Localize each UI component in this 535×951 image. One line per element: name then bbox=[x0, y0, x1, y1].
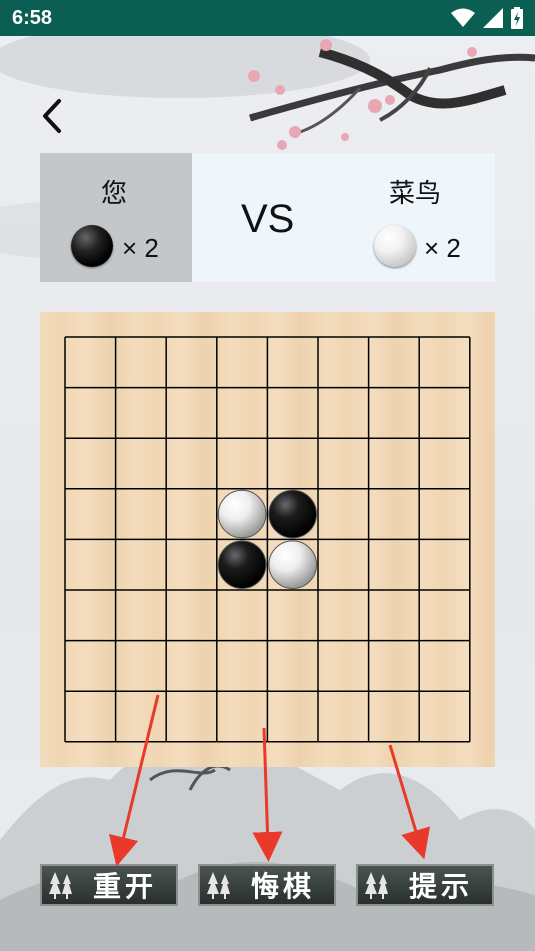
hint-label: 提示 bbox=[408, 870, 473, 903]
hint-button[interactable]: 提示 bbox=[356, 864, 494, 906]
white-stone bbox=[268, 540, 317, 589]
status-icons bbox=[451, 7, 523, 29]
signal-icon bbox=[483, 8, 503, 28]
player-you-panel: 您 × 2 bbox=[40, 153, 192, 282]
player-you-count: × 2 bbox=[122, 233, 159, 263]
white-stone bbox=[217, 489, 267, 539]
scoreboard: 您 × 2 VS 菜鸟 × 2 bbox=[40, 153, 495, 282]
undo-button[interactable]: 悔棋 bbox=[198, 864, 336, 906]
status-bar: 6:58 bbox=[0, 0, 535, 36]
board-grid[interactable] bbox=[40, 312, 495, 767]
status-time: 6:58 bbox=[12, 7, 53, 29]
vs-label: VS bbox=[241, 197, 295, 241]
undo-label: 悔棋 bbox=[250, 870, 315, 903]
black-stone-icon bbox=[71, 225, 113, 267]
pine-tree-icon bbox=[49, 872, 72, 899]
black-stone bbox=[217, 540, 267, 589]
pine-tree-icon bbox=[207, 872, 230, 899]
restart-label: 重开 bbox=[92, 870, 157, 903]
player-opponent-panel: VS 菜鸟 × 2 bbox=[192, 153, 495, 282]
white-stone-icon bbox=[374, 225, 416, 267]
battery-icon bbox=[511, 7, 523, 29]
player-you-name: 您 bbox=[101, 179, 128, 209]
restart-button[interactable]: 重开 bbox=[40, 864, 178, 906]
black-stone bbox=[268, 489, 317, 539]
wifi-icon bbox=[451, 8, 475, 27]
back-button[interactable] bbox=[30, 94, 74, 138]
game-board[interactable] bbox=[40, 312, 495, 767]
player-opponent-name: 菜鸟 bbox=[389, 179, 442, 209]
chevron-left-icon bbox=[43, 99, 61, 133]
pine-tree-icon bbox=[365, 872, 388, 899]
player-opponent-count: × 2 bbox=[424, 233, 461, 263]
